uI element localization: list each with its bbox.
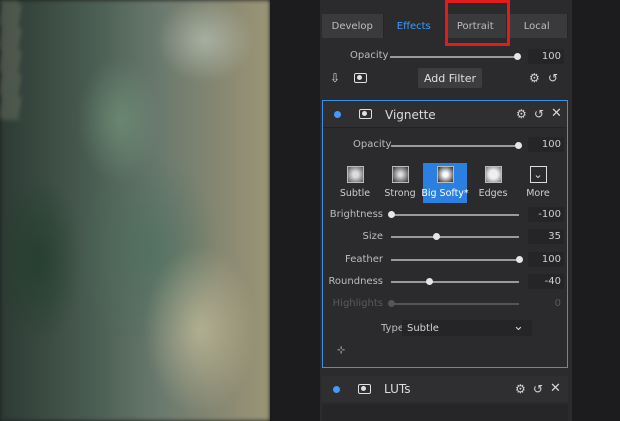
hair-detail	[0, 0, 20, 120]
preset-label: Subtle	[339, 188, 371, 199]
filter-panel: Develop Effects Portrait Local Opacity 1…	[320, 0, 572, 421]
slider-knob[interactable]	[432, 233, 440, 240]
tab-local[interactable]: Local	[506, 14, 568, 38]
slider-knob[interactable]	[516, 256, 523, 263]
tab-develop[interactable]: Develop	[322, 14, 384, 38]
preset-label: Strong	[384, 188, 416, 199]
luts-reset-icon[interactable]: ↺	[533, 383, 543, 395]
global-opacity-knob[interactable]	[514, 53, 521, 60]
slider-value[interactable]: 35	[528, 229, 564, 244]
highlight-box	[445, 0, 510, 46]
vignette-opacity-value[interactable]: 100	[528, 137, 564, 152]
global-opacity-slider[interactable]	[390, 56, 518, 58]
preset-edges[interactable]: Edges	[471, 163, 515, 203]
filter-enabled-dot[interactable]	[333, 386, 340, 393]
vignette-header[interactable]: Vignette ⚙ ↺ ✕	[323, 101, 567, 128]
slider-label: Brightness	[329, 209, 383, 220]
chevron-down-icon: ⌄	[529, 166, 547, 183]
filter-enabled-dot[interactable]	[334, 111, 341, 118]
luts-title: LUTs	[384, 382, 411, 396]
luts-filter-header[interactable]: LUTs ⚙ ↺ ✕	[322, 376, 568, 402]
luts-gear-icon[interactable]: ⚙	[515, 383, 526, 395]
type-label: Type	[381, 323, 404, 334]
slider-knob[interactable]	[388, 211, 395, 218]
crosshair-icon[interactable]: ⊹	[337, 346, 345, 356]
slider-value[interactable]: -40	[528, 274, 564, 289]
photo-preview[interactable]	[0, 0, 270, 421]
reset-icon[interactable]: ↺	[548, 72, 558, 84]
vignette-gear-icon[interactable]: ⚙	[516, 108, 527, 120]
slider-label: Size	[362, 231, 383, 242]
slider-value[interactable]: 0	[528, 296, 564, 311]
vignette-mask-icon[interactable]	[359, 109, 372, 119]
close-icon[interactable]: ✕	[550, 382, 561, 395]
vignette-title: Vignette	[385, 108, 436, 122]
luts-mask-icon[interactable]	[358, 384, 371, 394]
right-gutter	[572, 0, 620, 421]
slider-label: Highlights	[332, 298, 383, 309]
chevron-down-icon[interactable]: ⌄	[513, 320, 524, 333]
global-opacity-label: Opacity	[350, 50, 389, 61]
preset-thumb	[436, 166, 454, 183]
global-opacity-value[interactable]: 100	[528, 49, 564, 64]
preset-label: Big Softy*	[421, 188, 469, 199]
slider-knob[interactable]	[426, 278, 434, 285]
preset-thumb	[391, 166, 409, 183]
export-icon[interactable]: ⇩	[330, 72, 340, 84]
slider-track[interactable]	[391, 259, 519, 261]
slider-track[interactable]	[391, 281, 519, 283]
preset-subtle[interactable]: Subtle	[333, 163, 377, 203]
preset-label: More	[526, 188, 550, 199]
preset-big-softy[interactable]: Big Softy*	[421, 163, 469, 203]
slider-track[interactable]	[391, 303, 519, 305]
slider-track[interactable]	[391, 236, 519, 238]
preset-thumb	[484, 166, 502, 183]
slider-value[interactable]: 100	[528, 252, 564, 267]
slider-label: Feather	[344, 254, 383, 265]
preset-strong[interactable]: Strong	[378, 163, 422, 203]
canvas-gutter	[270, 0, 320, 421]
close-icon[interactable]: ✕	[551, 107, 562, 120]
mask-icon[interactable]	[354, 73, 367, 83]
gear-icon[interactable]: ⚙	[529, 72, 540, 84]
tab-effects[interactable]: Effects	[383, 14, 445, 38]
add-filter-button[interactable]: Add Filter	[418, 68, 482, 88]
type-value: Subtle	[407, 322, 439, 334]
preset-thumb	[346, 166, 364, 183]
slider-knob[interactable]	[388, 300, 395, 307]
slider-value[interactable]: -100	[528, 207, 564, 222]
vignette-reset-icon[interactable]: ↺	[534, 108, 544, 120]
preset-more[interactable]: ⌄ More	[516, 163, 560, 203]
vignette-filter: Vignette ⚙ ↺ ✕ Opacity 100 Subtle Strong…	[322, 100, 568, 368]
vignette-opacity-knob[interactable]	[515, 142, 522, 149]
slider-label: Roundness	[328, 276, 383, 287]
slider-track[interactable]	[391, 214, 519, 216]
vignette-opacity-slider[interactable]	[391, 145, 519, 147]
panel-footer	[322, 404, 568, 421]
preset-label: Edges	[478, 188, 508, 199]
app-window: Develop Effects Portrait Local Opacity 1…	[0, 0, 620, 421]
vignette-opacity-label: Opacity	[353, 139, 392, 150]
